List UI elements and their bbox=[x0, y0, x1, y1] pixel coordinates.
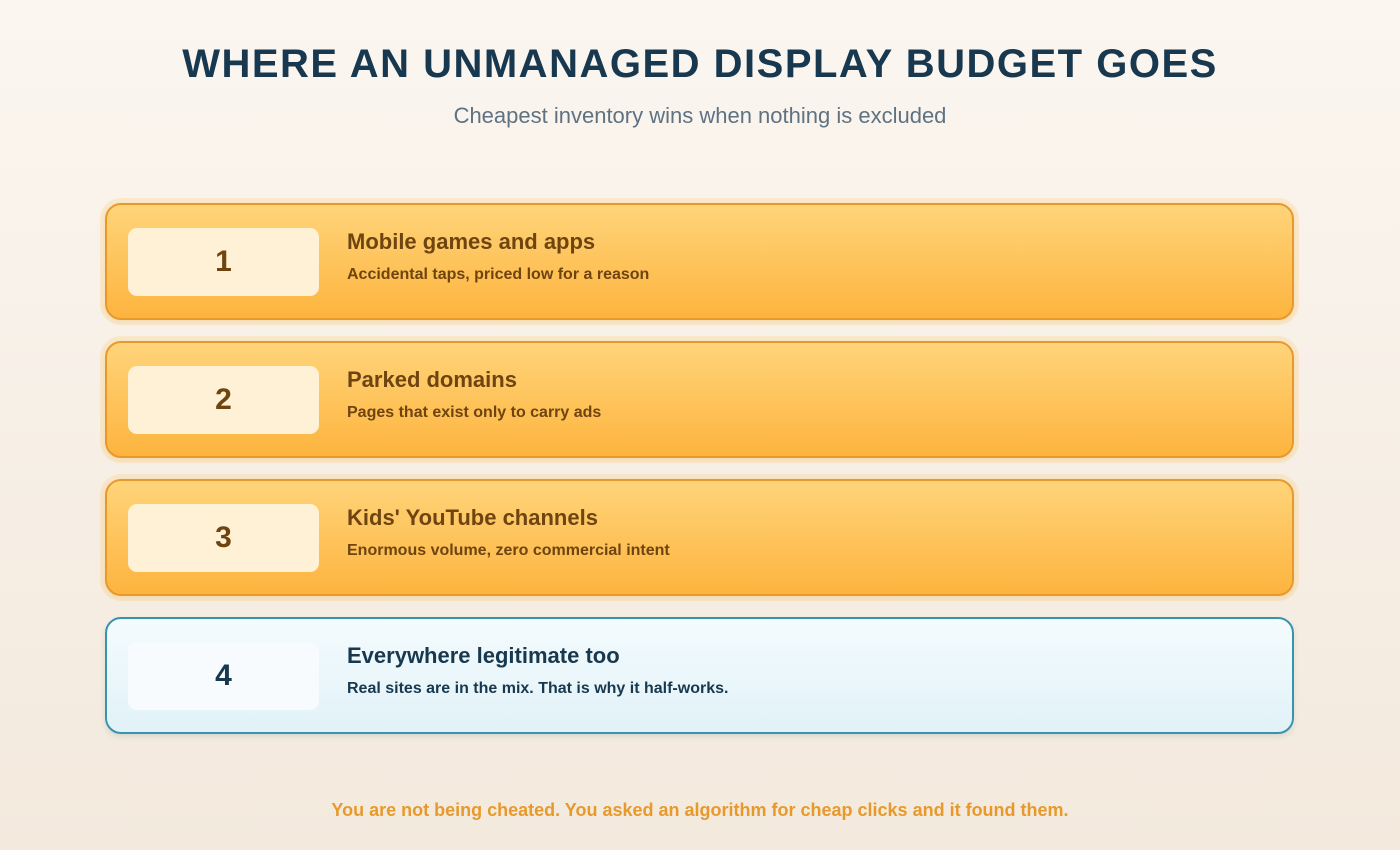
list-item-3: 3 Kids' YouTube channels Enormous volume… bbox=[105, 479, 1294, 596]
rank-number-badge: 1 bbox=[128, 228, 319, 296]
item-description: Pages that exist only to carry ads bbox=[347, 404, 602, 421]
item-description: Real sites are in the mix. That is why i… bbox=[347, 680, 729, 697]
item-title: Everywhere legitimate too bbox=[347, 643, 620, 668]
rank-number-badge: 2 bbox=[128, 366, 319, 434]
list-item-1: 1 Mobile games and apps Accidental taps,… bbox=[105, 203, 1294, 320]
item-description: Accidental taps, priced low for a reason bbox=[347, 266, 650, 283]
item-title: Parked domains bbox=[347, 367, 517, 392]
list-item-2: 2 Parked domains Pages that exist only t… bbox=[105, 341, 1294, 458]
footer-note: You are not being cheated. You asked an … bbox=[331, 800, 1069, 820]
page-subtitle: Cheapest inventory wins when nothing is … bbox=[453, 103, 947, 128]
ranked-list: 1 Mobile games and apps Accidental taps,… bbox=[105, 203, 1294, 755]
page-title: WHERE AN UNMANAGED DISPLAY BUDGET GOES bbox=[182, 42, 1218, 86]
item-title: Mobile games and apps bbox=[347, 229, 596, 254]
item-description: Enormous volume, zero commercial intent bbox=[347, 542, 670, 559]
list-item-4: 4 Everywhere legitimate too Real sites a… bbox=[105, 617, 1294, 734]
rank-number-badge: 4 bbox=[128, 642, 319, 710]
item-title: Kids' YouTube channels bbox=[347, 505, 598, 530]
rank-number-badge: 3 bbox=[128, 504, 319, 572]
